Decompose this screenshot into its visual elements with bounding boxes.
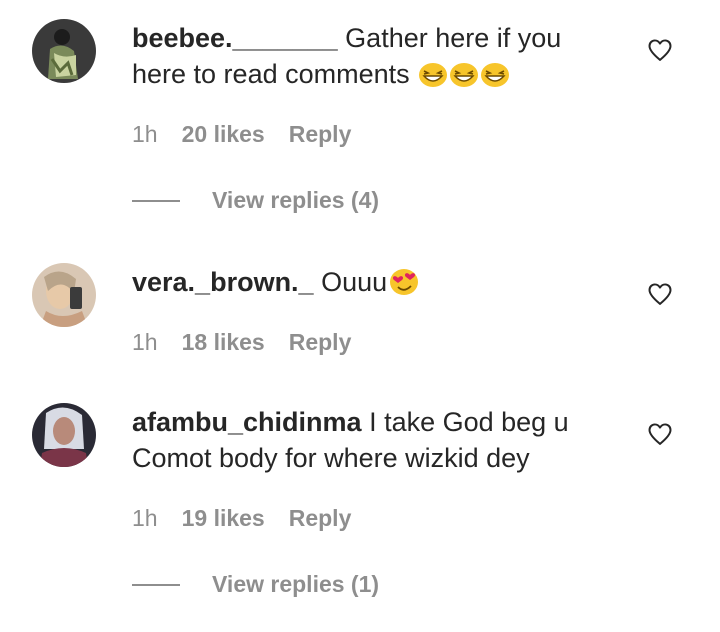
comment-username[interactable]: beebee._______ bbox=[132, 23, 338, 53]
avatar[interactable] bbox=[32, 403, 96, 467]
reply-button[interactable]: Reply bbox=[289, 329, 352, 356]
heart-outline-icon[interactable] bbox=[646, 420, 674, 448]
comment-body: Ouuu bbox=[313, 267, 388, 297]
avatar[interactable] bbox=[32, 19, 96, 83]
avatar[interactable] bbox=[32, 263, 96, 327]
comment-text: afambu_chidinma I take God beg u Comot b… bbox=[132, 404, 612, 476]
view-replies-button[interactable]: View replies (1) bbox=[132, 571, 379, 598]
comment-text: beebee._______ Gather here if you here t… bbox=[132, 20, 612, 97]
comment-username[interactable]: vera._brown._ bbox=[132, 267, 314, 297]
heart-outline-icon[interactable] bbox=[646, 280, 674, 308]
comment-meta: 1h 20 likes Reply bbox=[132, 121, 351, 148]
view-replies-button[interactable]: View replies (4) bbox=[132, 187, 379, 214]
grin-squint-emoji bbox=[449, 61, 479, 97]
comment-time: 1h bbox=[132, 121, 158, 147]
view-replies-label: View replies (1) bbox=[212, 571, 380, 597]
view-replies-label: View replies (4) bbox=[212, 187, 380, 213]
grin-squint-emoji bbox=[480, 61, 510, 97]
heart-outline-icon[interactable] bbox=[646, 36, 674, 64]
comment-likes[interactable]: 18 likes bbox=[182, 329, 265, 356]
comment-time: 1h bbox=[132, 505, 158, 531]
comment-meta: 1h 19 likes Reply bbox=[132, 505, 351, 532]
reply-button[interactable]: Reply bbox=[289, 121, 352, 148]
replies-divider bbox=[132, 583, 180, 586]
comment-meta: 1h 18 likes Reply bbox=[132, 329, 351, 356]
comment-username[interactable]: afambu_chidinma bbox=[132, 407, 362, 437]
heart-eyes-emoji bbox=[388, 266, 420, 305]
comment-text: vera._brown._ Ouuu bbox=[132, 264, 612, 305]
comment-likes[interactable]: 20 likes bbox=[182, 121, 265, 148]
replies-divider bbox=[132, 199, 180, 202]
grin-squint-emoji bbox=[418, 61, 448, 97]
comment-likes[interactable]: 19 likes bbox=[182, 505, 265, 532]
comment-time: 1h bbox=[132, 329, 158, 355]
reply-button[interactable]: Reply bbox=[289, 505, 352, 532]
